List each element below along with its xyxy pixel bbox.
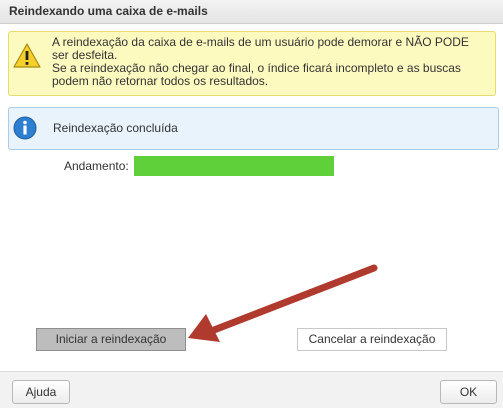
warning-line-2: Se a reindexação não chegar ao final, o …: [52, 61, 461, 88]
progress-bar-fill: [134, 156, 334, 176]
warning-line-1: A reindexação da caixa de e-mails de um …: [52, 35, 469, 62]
ok-button[interactable]: OK: [440, 380, 497, 404]
cancel-reindex-button[interactable]: Cancelar a reindexação: [297, 328, 447, 351]
info-icon: [13, 116, 37, 140]
dialog-title: Reindexando uma caixa de e-mails: [9, 4, 208, 18]
warning-icon: [13, 43, 41, 68]
dialog-titlebar[interactable]: Reindexando uma caixa de e-mails: [0, 0, 503, 24]
help-button[interactable]: Ajuda: [12, 380, 70, 404]
info-text: Reindexação concluída: [53, 121, 178, 135]
progress-label: Andamento:: [64, 159, 129, 173]
start-reindex-button[interactable]: Iniciar a reindexação: [36, 328, 186, 351]
reindex-dialog: Reindexando uma caixa de e-mails A reind…: [0, 0, 503, 408]
dialog-footer: Ajuda OK: [0, 371, 503, 408]
info-message: Reindexação concluída: [8, 107, 499, 150]
progress-bar: [134, 156, 334, 176]
warning-message: A reindexação da caixa de e-mails de um …: [8, 31, 496, 96]
warning-text: A reindexação da caixa de e-mails de um …: [52, 36, 482, 88]
